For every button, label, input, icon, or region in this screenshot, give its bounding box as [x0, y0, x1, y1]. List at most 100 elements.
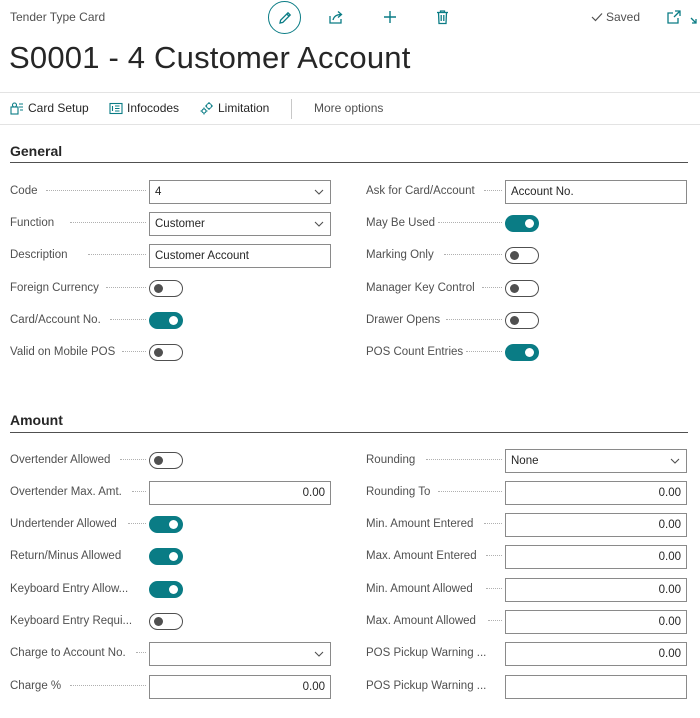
card-setup-action[interactable]: Card Setup [10, 101, 89, 115]
trash-icon[interactable] [433, 8, 451, 26]
keyboard-required-row: Keyboard Entry Requi... [10, 610, 331, 634]
return-minus-row: Return/Minus Allowed [10, 545, 331, 569]
charge-pct-row: Charge % 0.00 [10, 675, 331, 699]
amount-section-title[interactable]: Amount [10, 412, 63, 428]
leader-dots [486, 555, 502, 556]
rounding-select[interactable]: None [505, 449, 687, 473]
max-allowed-label: Max. Amount Allowed [366, 615, 476, 627]
leader-dots [466, 351, 502, 352]
marking-only-label: Marking Only [366, 249, 434, 261]
max-entered-field[interactable]: 0.00 [505, 545, 687, 569]
more-options-button[interactable]: More options [314, 101, 383, 115]
min-entered-row: Min. Amount Entered 0.00 [366, 513, 688, 537]
infocodes-label: Infocodes [127, 101, 180, 115]
leader-dots [444, 254, 502, 255]
pickup-warning-2-row: POS Pickup Warning ... [366, 675, 688, 699]
manager-key-toggle[interactable] [505, 280, 539, 297]
leader-dots [438, 491, 502, 492]
drawer-opens-toggle[interactable] [505, 312, 539, 329]
max-allowed-field[interactable]: 0.00 [505, 610, 687, 634]
leader-dots [482, 287, 502, 288]
leader-dots [106, 287, 146, 288]
foreign-currency-toggle[interactable] [149, 280, 183, 297]
leader-dots [110, 319, 146, 320]
return-minus-toggle[interactable] [149, 548, 183, 565]
keyboard-allowed-label: Keyboard Entry Allow... [10, 583, 129, 595]
pos-count-label: POS Count Entries [366, 346, 464, 358]
overtender-allowed-toggle[interactable] [149, 452, 183, 469]
card-account-no-row: Card/Account No. [10, 309, 331, 333]
leader-dots [122, 351, 146, 352]
leader-dots [88, 254, 146, 255]
may-be-used-toggle[interactable] [505, 215, 539, 232]
rounding-to-field[interactable]: 0.00 [505, 481, 687, 505]
pencil-icon[interactable] [268, 1, 301, 34]
plus-icon[interactable] [381, 8, 399, 26]
leader-dots [120, 459, 146, 460]
charge-account-label: Charge to Account No. [10, 647, 126, 659]
card-account-no-label: Card/Account No. [10, 314, 101, 326]
undertender-toggle[interactable] [149, 516, 183, 533]
leader-dots [132, 491, 146, 492]
page-caption: Tender Type Card [10, 10, 106, 24]
leader-dots [486, 588, 502, 589]
description-field[interactable]: Customer Account [149, 244, 331, 268]
min-entered-field[interactable]: 0.00 [505, 513, 687, 537]
leader-dots [426, 459, 502, 460]
may-be-used-label: May Be Used [366, 217, 436, 229]
drawer-opens-label: Drawer Opens [366, 314, 441, 326]
min-allowed-label: Min. Amount Allowed [366, 583, 473, 595]
valid-mobile-label: Valid on Mobile POS [10, 346, 116, 358]
general-section-title[interactable]: General [10, 143, 62, 159]
pickup-warning-2-label: POS Pickup Warning ... [366, 680, 487, 692]
saved-label: Saved [606, 10, 641, 24]
marking-only-toggle[interactable] [505, 247, 539, 264]
code-label: Code [10, 185, 38, 197]
min-allowed-field[interactable]: 0.00 [505, 578, 687, 602]
pos-count-row: POS Count Entries [366, 341, 688, 365]
leader-dots [46, 190, 146, 191]
function-label: Function [10, 217, 55, 229]
card-setup-icon [10, 101, 23, 115]
limitation-action[interactable]: Limitation [200, 101, 269, 115]
card-account-no-toggle[interactable] [149, 312, 183, 329]
charge-account-select[interactable] [149, 642, 331, 666]
open-in-new-window-icon[interactable] [666, 9, 682, 25]
max-entered-row: Max. Amount Entered 0.00 [366, 545, 688, 569]
pos-count-toggle[interactable] [505, 344, 539, 361]
collapse-icon[interactable] [690, 9, 700, 25]
min-entered-value: 0.00 [658, 519, 681, 531]
foreign-currency-label: Foreign Currency [10, 282, 99, 294]
function-select[interactable]: Customer [149, 212, 331, 236]
pickup-warning-1-label: POS Pickup Warning ... [366, 647, 487, 659]
action-bar: Card Setup Infocodes Limitation More opt… [0, 92, 700, 125]
leader-dots [136, 652, 146, 653]
pickup-warning-1-field[interactable]: 0.00 [505, 642, 687, 666]
rounding-row: Rounding None [366, 449, 688, 473]
leader-dots [484, 190, 502, 191]
charge-pct-value: 0.00 [302, 681, 325, 693]
may-be-used-row: May Be Used [366, 212, 688, 236]
overtender-max-value: 0.00 [302, 487, 325, 499]
ask-card-field[interactable]: Account No. [505, 180, 687, 204]
overtender-allowed-row: Overtender Allowed [10, 449, 331, 473]
max-allowed-row: Max. Amount Allowed 0.00 [366, 610, 688, 634]
overtender-max-field[interactable]: 0.00 [149, 481, 331, 505]
chevron-down-icon [314, 651, 324, 657]
infocodes-action[interactable]: Infocodes [109, 101, 179, 115]
general-section-rule [10, 162, 688, 163]
keyboard-required-toggle[interactable] [149, 613, 183, 630]
valid-mobile-toggle[interactable] [149, 344, 183, 361]
code-value: 4 [155, 186, 162, 198]
keyboard-allowed-toggle[interactable] [149, 581, 183, 598]
saved-status: Saved [591, 10, 640, 24]
code-select[interactable]: 4 [149, 180, 331, 204]
share-icon[interactable] [327, 8, 345, 26]
marking-only-row: Marking Only [366, 244, 688, 268]
max-allowed-value: 0.00 [658, 616, 681, 628]
function-row: Function Customer [10, 212, 331, 236]
function-value: Customer [155, 218, 205, 230]
pickup-warning-2-field[interactable] [505, 675, 687, 699]
charge-pct-field[interactable]: 0.00 [149, 675, 331, 699]
pickup-warning-1-value: 0.00 [658, 648, 681, 660]
